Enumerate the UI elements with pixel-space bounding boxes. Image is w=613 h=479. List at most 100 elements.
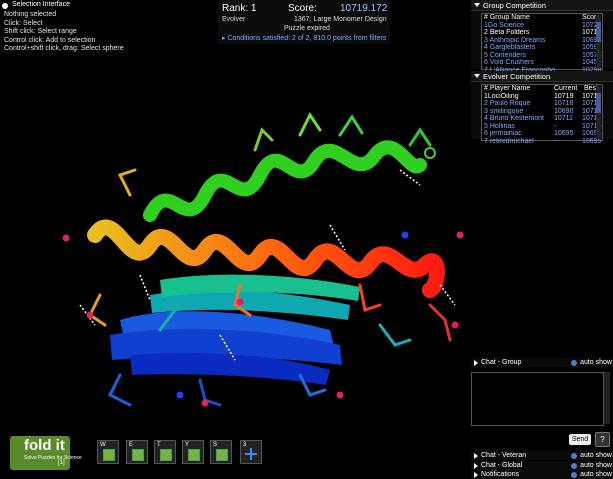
player-name: 2 Paulo Roque — [484, 100, 531, 107]
group-competition-header[interactable]: Group Competition — [471, 0, 613, 11]
tool-key: E — [129, 442, 134, 448]
shake-icon — [132, 449, 144, 461]
group-list: # Group Name Score 1Go Science 10721 2 Be… — [481, 13, 603, 74]
beta-sheet[interactable] — [110, 274, 360, 385]
table-row[interactable]: 4 Bruno Kestemont 10711 10716 — [482, 115, 602, 123]
table-row[interactable]: 1LociOiling 10719 10719 — [482, 93, 602, 101]
send-button[interactable]: Send — [569, 434, 591, 445]
scrollbar[interactable] — [596, 15, 601, 68]
puzzle-name: 1367: Large Monomer Design — [294, 16, 387, 23]
tool-y-icon — [188, 449, 200, 461]
wiggle-icon — [103, 449, 115, 461]
group-competition-panel: Group Competition # Group Name Score 1Go… — [471, 0, 613, 74]
scrollbar[interactable] — [596, 86, 601, 139]
group-list-header: # Group Name Score — [482, 14, 602, 22]
header-group-name: # Group Name — [484, 14, 530, 21]
protein-viewport[interactable] — [0, 75, 470, 430]
help-button[interactable]: ? — [595, 432, 610, 447]
table-row[interactable]: 3 Anthropic Dreams 10695 — [482, 37, 602, 45]
chat-group-header[interactable]: Chat - Group auto show — [471, 358, 613, 367]
table-row[interactable]: 3 smilingone 10690 10717 — [482, 108, 602, 116]
table-row[interactable]: 2 Beta Folders 10719 — [482, 29, 602, 37]
selection-title: Selection Interface — [12, 1, 70, 9]
table-row[interactable]: 6 jermainiac 10695 10695 — [482, 130, 602, 138]
tool-key: W — [100, 442, 106, 448]
table-row[interactable]: 5 Hollinas -10715 — [482, 123, 602, 131]
chat-veteran-header[interactable]: Chat - Veteran auto show — [471, 451, 613, 460]
collapse-arrow-icon — [474, 3, 480, 7]
collapse-arrow-icon — [474, 74, 480, 78]
conditions-toggle[interactable]: ▸ Conditions satisfied: 2 of 2, 810.0 po… — [222, 34, 386, 42]
score-panel: Rank: 1 Score: 10719.172 Evolver 1367: L… — [218, 0, 390, 44]
puzzle-status: Puzzle expired — [284, 25, 330, 32]
selection-icon — [2, 2, 8, 9]
selection-line: Control click: Add to selection — [4, 36, 96, 44]
expand-arrow-icon — [474, 471, 478, 478]
mutate-icon — [160, 449, 172, 461]
auto-show-label[interactable]: auto show — [580, 462, 612, 469]
player-name: 7 retiredmichael — [484, 137, 534, 145]
info-icon[interactable] — [571, 452, 578, 459]
group-name: 2 Beta Folders — [484, 29, 530, 36]
tool-key: S — [213, 442, 218, 448]
player-current: 10719 — [554, 92, 574, 100]
table-row[interactable]: 2 Paulo Roque 10718 10718 — [482, 100, 602, 108]
table-row[interactable]: 5 Contenders 10573 — [482, 52, 602, 60]
player-current: 10718 — [554, 100, 574, 107]
selection-line: Shift click: Select range — [4, 28, 77, 35]
table-row[interactable]: 1Go Science 10721 — [482, 22, 602, 30]
player-name: 3 smilingone — [484, 107, 524, 115]
notifications-header[interactable]: Notifications auto show — [471, 470, 613, 479]
info-icon[interactable] — [571, 462, 578, 469]
evolver-competition-header[interactable]: Evolver Competition — [471, 71, 613, 82]
group-name: 5 Contenders — [484, 51, 527, 59]
auto-show-label[interactable]: auto show — [580, 471, 612, 478]
group-competition-title: Group Competition — [483, 0, 546, 10]
move-arrows-icon — [245, 448, 257, 460]
tool-s-icon — [216, 449, 228, 461]
green-helix[interactable] — [143, 140, 427, 222]
conditions-text: Conditions satisfied: 2 of 2, 810.0 poin… — [227, 35, 387, 42]
mutate-tool[interactable]: T — [154, 440, 176, 464]
header-current: Current — [554, 85, 578, 92]
wiggle-tool[interactable]: W — [97, 440, 119, 464]
table-row[interactable]: 6 Void Crushers 10455 — [482, 59, 602, 67]
player-list-header: # Player Name Current Best — [482, 85, 602, 93]
info-icon[interactable] — [571, 471, 578, 478]
chat-group-title: Chat - Group — [481, 359, 522, 366]
tool-s[interactable]: S — [210, 440, 232, 464]
tool-3[interactable]: 3 — [240, 440, 262, 464]
expand-arrow-icon — [474, 359, 478, 366]
group-name: 3 Anthropic Dreams — [484, 36, 546, 44]
info-icon[interactable] — [571, 359, 578, 366]
expand-arrow-icon — [474, 462, 478, 469]
player-current: 10711 — [554, 115, 573, 122]
player-current: - — [554, 122, 557, 130]
player-current: - — [554, 137, 557, 145]
tool-y[interactable]: Y — [182, 440, 204, 464]
foldit-logo-badge: [1] — [58, 460, 65, 466]
table-row[interactable]: 7 retiredmichael -10695 — [482, 138, 602, 146]
expand-arrow-icon — [474, 452, 478, 459]
chat-message-area[interactable] — [471, 372, 604, 426]
chat-global-header[interactable]: Chat - Global auto show — [471, 461, 613, 470]
auto-show-label[interactable]: auto show — [580, 452, 612, 459]
player-name: 4 Bruno Kestemont — [484, 115, 544, 122]
score-value: 10719.172 — [340, 3, 388, 14]
chat-veteran-title: Chat - Veteran — [481, 452, 527, 459]
chat-scrollbar[interactable] — [604, 372, 610, 424]
auto-show-label[interactable]: auto show — [580, 359, 612, 366]
chat-global-title: Chat - Global — [481, 462, 523, 469]
shake-tool[interactable]: E — [126, 440, 148, 464]
selection-line: Click: Select — [4, 19, 43, 27]
foldit-logo-subtitle: Solve Puzzles for Science — [24, 455, 82, 461]
player-list: # Player Name Current Best 1LociOiling 10… — [481, 84, 603, 145]
tool-key: T — [157, 442, 161, 448]
selection-line: Control+shift click, drag: Select sphere — [4, 45, 124, 52]
selection-interface: Selection Interface Nothing selected Cli… — [0, 0, 130, 62]
mode-label: Evolver — [222, 16, 246, 23]
foldit-logo-text: fold it — [24, 437, 65, 454]
rank-label: Rank: 1 — [222, 3, 257, 14]
table-row[interactable]: 4 Gargleblasters 10591 — [482, 44, 602, 52]
evolver-competition-panel: Evolver Competition # Player Name Curren… — [471, 71, 613, 145]
